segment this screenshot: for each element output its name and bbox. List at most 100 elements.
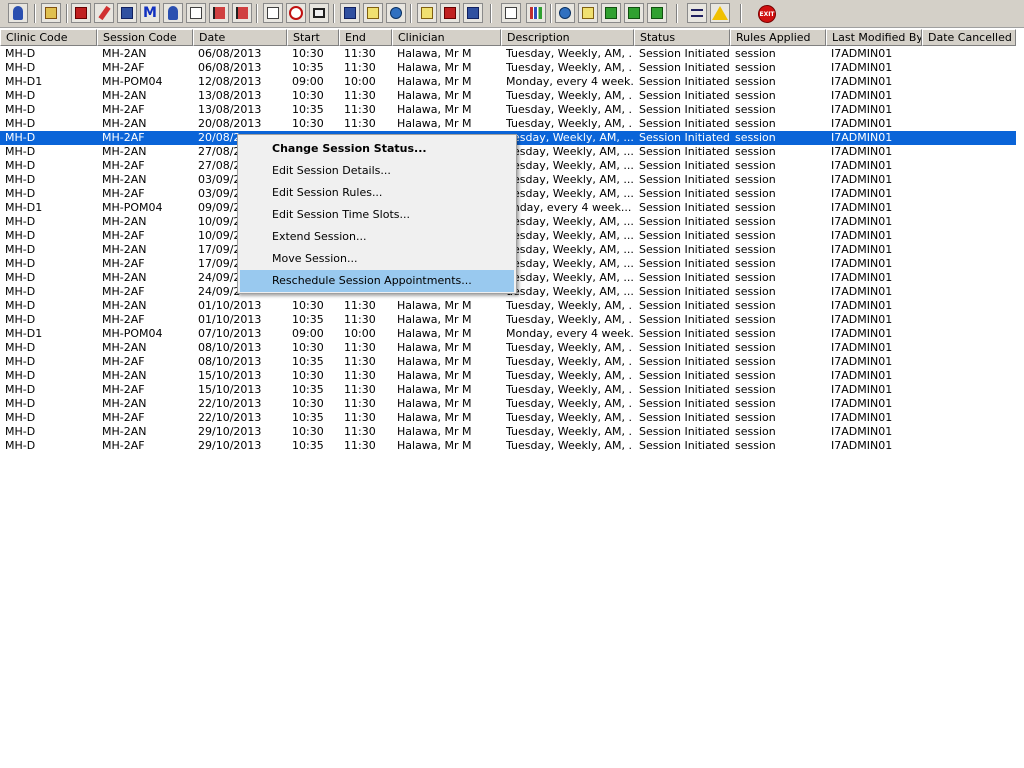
menu-item-edit-session-time-slots[interactable]: Edit Session Time Slots... [240, 204, 514, 226]
exit-button[interactable]: EXIT [758, 5, 776, 23]
cell-clinic-code: MH-D [5, 369, 36, 382]
cell-date: 06/08/2013 [198, 47, 262, 60]
cell-date-cancelled [927, 369, 1015, 383]
cell-date-cancelled [927, 173, 1015, 187]
swap-icon[interactable] [687, 3, 707, 23]
cell-status: Session Initiated [639, 411, 729, 424]
cell-end: 11:30 [344, 299, 376, 312]
flag-alt-icon[interactable] [232, 3, 252, 23]
pen-icon[interactable] [94, 3, 114, 23]
cell-rules-applied: session [735, 187, 776, 200]
table-row[interactable]: MH-D MH-2AN 15/10/2013 10:30 11:30 Halawa, Mr… [0, 369, 1016, 383]
cell-session-code: MH-2AN [102, 215, 147, 228]
menu-item-move-session[interactable]: Move Session... [240, 248, 514, 270]
letter-icon[interactable] [263, 3, 283, 23]
column-header-clinician[interactable]: Clinician [392, 29, 501, 46]
monitor-icon[interactable] [340, 3, 360, 23]
verify-icon[interactable] [624, 3, 644, 23]
column-header-session-code[interactable]: Session Code [97, 29, 193, 46]
menu-item-reschedule-session-appointments[interactable]: Reschedule Session Appointments... [240, 270, 514, 292]
table-row[interactable]: MH-D MH-2AF 01/10/2013 10:35 11:30 Halawa, Mr… [0, 313, 1016, 327]
cell-last-modified-by: I7ADMIN01 [831, 411, 893, 424]
book-icon[interactable] [41, 3, 61, 23]
column-header-start[interactable]: Start [287, 29, 339, 46]
cell-status: Session Initiated [639, 159, 729, 172]
screen-icon[interactable] [117, 3, 137, 23]
table-row[interactable]: MH-D MH-2AN 13/08/2013 10:30 11:30 Halawa, Mr… [0, 89, 1016, 103]
menu-item-change-session-status[interactable]: Change Session Status... [240, 138, 514, 160]
table-row[interactable]: MH-D MH-2AF 22/10/2013 10:35 11:30 Halawa, Mr… [0, 411, 1016, 425]
toolbar: M EXIT [0, 0, 1024, 28]
cell-rules-applied: session [735, 103, 776, 116]
table-row[interactable]: MH-D MH-2AF 08/10/2013 10:35 11:30 Halawa, Mr… [0, 355, 1016, 369]
cell-clinician: Halawa, Mr M [397, 383, 472, 396]
cell-date: 07/10/2013 [198, 327, 262, 340]
cell-status: Session Initiated [639, 215, 729, 228]
cell-date-cancelled [927, 285, 1015, 299]
patient-icon[interactable] [8, 3, 28, 23]
table-row[interactable]: MH-D MH-2AN 29/10/2013 10:30 11:30 Halawa, Mr… [0, 425, 1016, 439]
cell-description: onday, every 4 week... [506, 201, 632, 214]
column-header-last-modified-by[interactable]: Last Modified By [826, 29, 922, 46]
cell-rules-applied: session [735, 131, 776, 144]
table-row[interactable]: MH-D MH-2AN 20/08/2013 10:30 11:30 Halawa, Mr… [0, 117, 1016, 131]
toolbar-separator [34, 4, 36, 23]
column-header-end[interactable]: End [339, 29, 392, 46]
cell-clinic-code: MH-D [5, 131, 36, 144]
cell-session-code: MH-2AN [102, 243, 147, 256]
column-header-clinic-code[interactable]: Clinic Code [0, 29, 97, 46]
column-header-date[interactable]: Date [193, 29, 287, 46]
cell-date: 08/10/2013 [198, 341, 262, 354]
cell-rules-applied: session [735, 89, 776, 102]
table-row[interactable]: MH-D MH-2AF 15/10/2013 10:35 11:30 Halawa, Mr… [0, 383, 1016, 397]
clinician-icon[interactable] [163, 3, 183, 23]
transfer-icon[interactable] [647, 3, 667, 23]
table-row[interactable]: MH-D1 MH-POM04 12/08/2013 09:00 10:00 Halawa,… [0, 75, 1016, 89]
approve-icon[interactable] [601, 3, 621, 23]
table-row[interactable]: MH-D MH-2AF 06/08/2013 10:35 11:30 Halawa, Mr… [0, 61, 1016, 75]
cell-status: Session Initiated [639, 257, 729, 270]
column-header-description[interactable]: Description [501, 29, 634, 46]
table-row[interactable]: MH-D MH-2AN 08/10/2013 10:30 11:30 Halawa, Mr… [0, 341, 1016, 355]
column-header-date-cancelled[interactable]: Date Cancelled [922, 29, 1016, 46]
clock-icon[interactable] [286, 3, 306, 23]
bar-chart-icon[interactable] [526, 3, 546, 23]
car-icon[interactable] [440, 3, 460, 23]
cell-start: 10:35 [292, 439, 324, 452]
menu-item-edit-session-details[interactable]: Edit Session Details... [240, 160, 514, 182]
cell-session-code: MH-2AN [102, 47, 147, 60]
flag-icon[interactable] [209, 3, 229, 23]
warning-icon[interactable] [710, 3, 730, 23]
table-row[interactable]: MH-D1 MH-POM04 07/10/2013 09:00 10:00 Halawa,… [0, 327, 1016, 341]
check-list-icon[interactable] [578, 3, 598, 23]
tray-icon[interactable] [309, 3, 329, 23]
column-header-rules-applied[interactable]: Rules Applied [730, 29, 826, 46]
cell-clinic-code: MH-D [5, 383, 36, 396]
page-icon[interactable] [501, 3, 521, 23]
table-row[interactable]: MH-D MH-2AN 22/10/2013 10:30 11:30 Halawa, Mr… [0, 397, 1016, 411]
message-icon[interactable] [417, 3, 437, 23]
cell-status: Session Initiated [639, 61, 729, 74]
cell-date-cancelled [927, 397, 1015, 411]
cell-date-cancelled [927, 229, 1015, 243]
globe-icon[interactable] [386, 3, 406, 23]
cell-status: Session Initiated [639, 397, 729, 410]
notes-icon[interactable] [363, 3, 383, 23]
menu-item-edit-session-rules[interactable]: Edit Session Rules... [240, 182, 514, 204]
network-icon[interactable] [555, 3, 575, 23]
cell-start: 09:00 [292, 327, 324, 340]
cell-rules-applied: session [735, 173, 776, 186]
red-book-icon[interactable] [71, 3, 91, 23]
document-icon[interactable] [186, 3, 206, 23]
cell-description: Tuesday, Weekly, AM, ... [506, 355, 633, 368]
cell-rules-applied: session [735, 313, 776, 326]
table-row[interactable]: MH-D MH-2AF 13/08/2013 10:35 11:30 Halawa, Mr… [0, 103, 1016, 117]
table-row[interactable]: MH-D MH-2AN 01/10/2013 10:30 11:30 Halawa, Mr… [0, 299, 1016, 313]
cell-session-code: MH-POM04 [102, 201, 163, 214]
chair-icon[interactable] [463, 3, 483, 23]
column-header-status[interactable]: Status [634, 29, 730, 46]
table-row[interactable]: MH-D MH-2AF 29/10/2013 10:35 11:30 Halawa, Mr… [0, 439, 1016, 453]
table-row[interactable]: MH-D MH-2AN 06/08/2013 10:30 11:30 Halawa, Mr… [0, 47, 1016, 61]
m-icon[interactable]: M [140, 3, 160, 23]
menu-item-extend-session[interactable]: Extend Session... [240, 226, 514, 248]
